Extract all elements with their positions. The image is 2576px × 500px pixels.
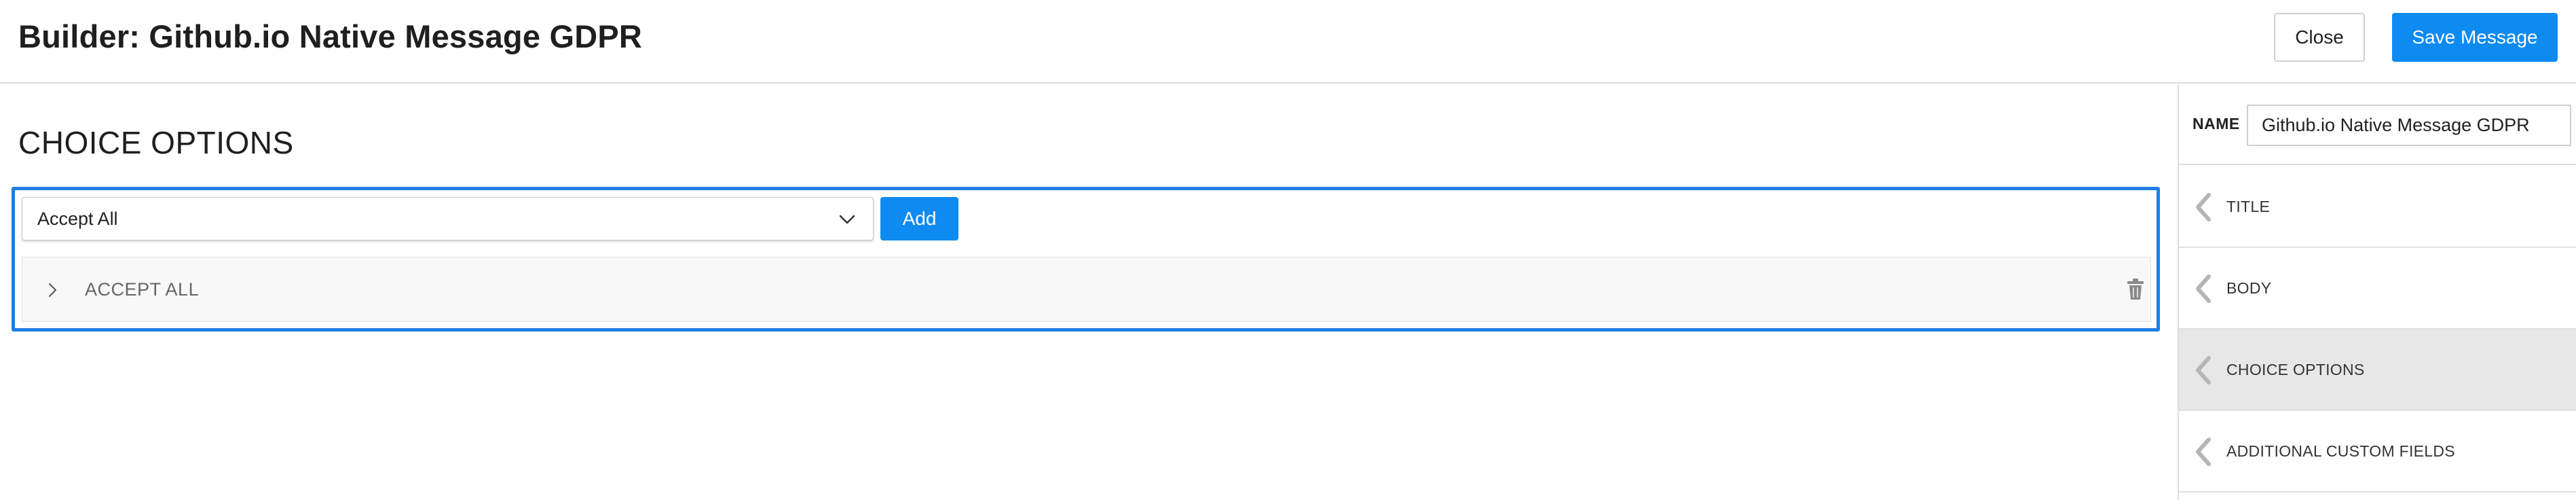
chevron-right-icon[interactable] [43, 281, 62, 300]
properties-sidebar: NAME TITLE BODY CHOICE OPTIONS ADDITIONA… [2178, 85, 2576, 500]
sidebar-item-label: ADDITIONAL CUSTOM FIELDS [2226, 442, 2455, 460]
sidebar-item-choice-options[interactable]: CHOICE OPTIONS [2179, 329, 2576, 411]
choice-type-select[interactable]: Accept All [22, 197, 874, 240]
sidebar-item-label: BODY [2226, 279, 2272, 297]
sidebar-item-body[interactable]: BODY [2179, 248, 2576, 329]
chevron-left-icon [2196, 356, 2211, 385]
name-input[interactable] [2247, 105, 2571, 146]
name-label: NAME [2192, 115, 2240, 132]
choice-row-label: ACCEPT ALL [85, 279, 200, 300]
sidebar-item-additional-custom-fields[interactable]: ADDITIONAL CUSTOM FIELDS [2179, 411, 2576, 493]
chevron-left-icon [2196, 438, 2211, 466]
sidebar-item-label: CHOICE OPTIONS [2226, 361, 2365, 378]
section-title: CHOICE OPTIONS [18, 125, 294, 160]
sidebar-item-label: TITLE [2226, 198, 2271, 215]
name-row: NAME [2179, 85, 2576, 165]
close-button[interactable]: Close [2274, 13, 2365, 62]
page-title: Builder: Github.io Native Message GDPR [18, 18, 643, 54]
sidebar-item-title[interactable]: TITLE [2179, 166, 2576, 248]
choice-type-select-value: Accept All [37, 208, 118, 229]
builder-header: Builder: Github.io Native Message GDPR C… [0, 0, 2576, 84]
add-choice-button[interactable]: Add [880, 197, 958, 240]
main-panel: CHOICE OPTIONS Accept All Add ACCEPT ALL [0, 85, 2178, 500]
save-message-button[interactable]: Save Message [2392, 13, 2558, 62]
chevron-down-icon [839, 215, 855, 224]
choice-options-block[interactable]: Accept All Add ACCEPT ALL [12, 187, 2160, 332]
chevron-left-icon [2196, 193, 2211, 221]
trash-icon[interactable] [2125, 278, 2146, 301]
chevron-left-icon [2196, 274, 2211, 303]
choice-row[interactable]: ACCEPT ALL [22, 257, 2151, 322]
